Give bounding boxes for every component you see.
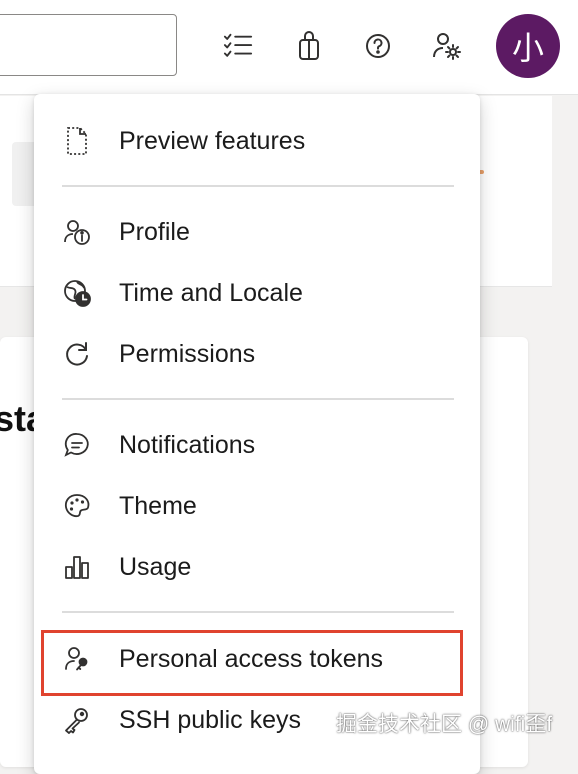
menu-item-label: Preview features <box>119 126 306 155</box>
avatar-initial: 小 <box>511 29 544 67</box>
profile-icon <box>62 217 92 247</box>
checklist-icon[interactable] <box>223 30 253 62</box>
avatar[interactable]: 小 <box>496 14 560 78</box>
menu-item-label: Theme <box>119 491 197 520</box>
watermark: 掘金技术社区 @ wifi歪f <box>336 713 553 736</box>
menu-item-label: Notifications <box>119 430 256 459</box>
top-bar: 小 <box>0 0 578 95</box>
ssh-key-icon <box>62 705 92 735</box>
menu-item-label: SSH public keys <box>119 705 302 734</box>
menu-item-theme[interactable]: Theme <box>34 481 480 531</box>
menu-divider <box>62 398 454 400</box>
menu-item-time-and-locale[interactable]: Time and Locale <box>34 268 480 318</box>
menu-item-usage[interactable]: Usage <box>34 542 480 592</box>
search-input[interactable] <box>0 14 177 76</box>
globe-clock-icon <box>62 278 92 308</box>
palette-icon <box>62 491 92 521</box>
menu-item-label: Profile <box>119 217 190 246</box>
highlight-box <box>41 630 463 696</box>
user-settings-icon[interactable] <box>432 30 462 62</box>
menu-item-permissions[interactable]: Permissions <box>34 329 480 379</box>
menu-item-label: Time and Locale <box>119 278 303 307</box>
menu-item-label: Permissions <box>119 339 256 368</box>
menu-divider <box>62 611 454 613</box>
menu-item-label: Usage <box>119 552 192 581</box>
menu-item-preview-features[interactable]: Preview features <box>34 116 480 166</box>
chat-bubble-icon <box>62 430 92 460</box>
refresh-icon <box>62 339 92 369</box>
menu-item-profile[interactable]: Profile <box>34 207 480 257</box>
help-icon[interactable] <box>363 30 393 62</box>
preview-features-icon <box>62 126 92 156</box>
bar-chart-icon <box>62 552 92 582</box>
menu-divider <box>62 185 454 187</box>
menu-item-notifications[interactable]: Notifications <box>34 420 480 470</box>
shopping-bag-icon[interactable] <box>294 30 324 62</box>
